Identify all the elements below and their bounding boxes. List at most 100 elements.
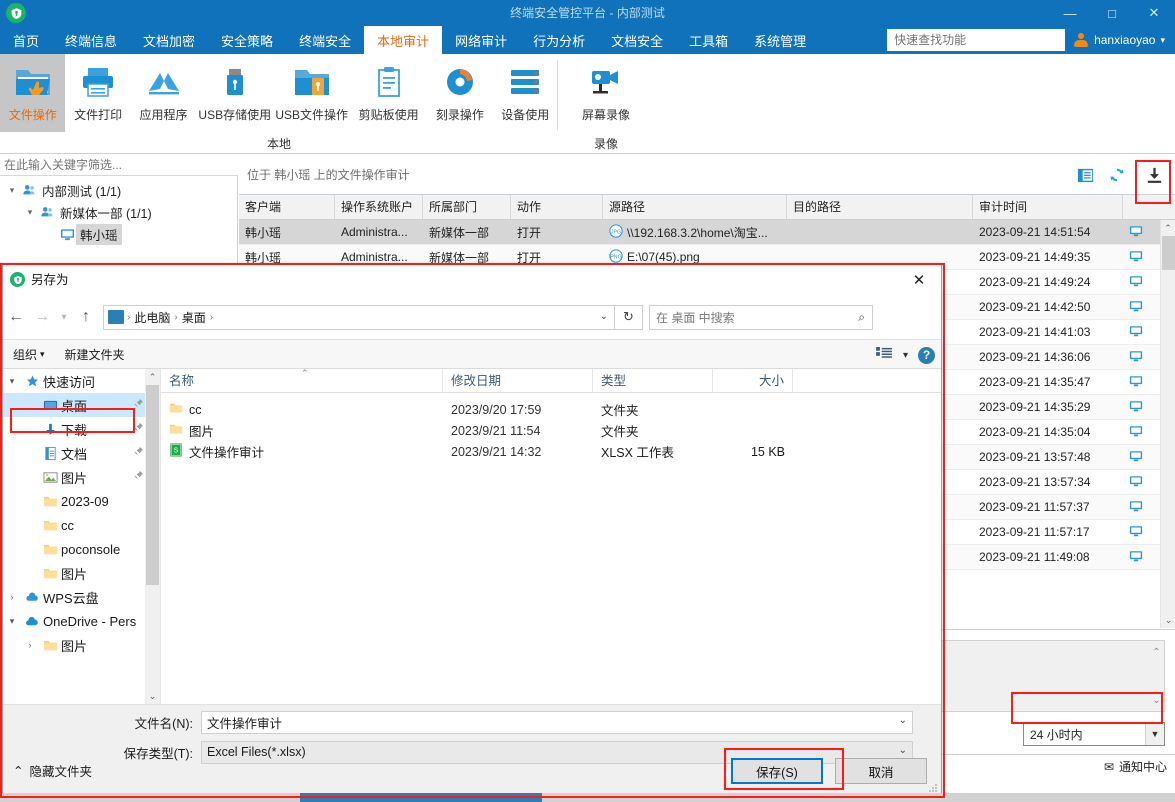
help-button[interactable]: ? xyxy=(918,346,935,364)
nav-tab-doc-encryption[interactable]: 文档加密 xyxy=(130,26,208,54)
close-button[interactable]: ✕ xyxy=(1133,0,1175,26)
column-header-action[interactable]: 动作 xyxy=(511,195,603,219)
nav-pane-item[interactable]: 下载 xyxy=(3,417,160,441)
column-header-os-account[interactable]: 操作系统账户 xyxy=(335,195,423,219)
nav-pane-item[interactable]: cc xyxy=(3,513,160,537)
nav-tab-home[interactable]: 首页 xyxy=(0,26,52,54)
table-vertical-scrollbar[interactable]: ⌃ ⌄ xyxy=(1160,220,1175,628)
ribbon-item-usb-file-operation[interactable]: USB文件操作 xyxy=(273,54,350,132)
file-column-size[interactable]: 大小 xyxy=(713,368,793,393)
quick-search-input[interactable] xyxy=(887,29,1066,51)
chevron-down-icon[interactable]: ▾ xyxy=(3,616,21,627)
ribbon-item-device-usage[interactable]: 设备使用 xyxy=(493,54,558,132)
pin-icon[interactable] xyxy=(133,446,144,460)
detail-vertical-scrollbar[interactable]: ⌃ ⌄ xyxy=(1149,641,1164,711)
tree-node-internal-test[interactable]: ▾ 内部测试 (1/1) xyxy=(0,179,237,201)
ribbon-item-application[interactable]: 应用程序 xyxy=(131,54,196,132)
chevron-down-icon[interactable]: ▾ xyxy=(22,207,38,218)
refresh-icon[interactable]: ↻ xyxy=(615,304,643,330)
scroll-up-icon[interactable]: ⌃ xyxy=(145,369,160,385)
chevron-down-icon[interactable]: ⌄ xyxy=(899,715,907,726)
columns-icon[interactable] xyxy=(1069,155,1101,195)
nav-pane-item[interactable]: 文档 xyxy=(3,441,160,465)
breadcrumb-desktop[interactable]: 桌面 xyxy=(179,309,209,326)
dialog-close-button[interactable]: ✕ xyxy=(897,265,941,295)
new-folder-button[interactable]: 新建文件夹 xyxy=(55,346,135,363)
breadcrumb-this-pc[interactable]: 此电脑 xyxy=(131,309,173,326)
nav-pane-item[interactable]: ▾ 快速访问 xyxy=(3,369,160,393)
ribbon-item-usb-storage[interactable]: USB存储使用 xyxy=(196,54,273,132)
notification-center-link[interactable]: 通知中心 xyxy=(1119,758,1167,775)
hide-folders-toggle[interactable]: ⌃ 隐藏文件夹 xyxy=(13,761,92,780)
cancel-button[interactable]: 取消 xyxy=(835,758,927,784)
nav-tab-doc-security[interactable]: 文档安全 xyxy=(598,26,676,54)
file-column-type[interactable]: 类型 xyxy=(593,368,713,393)
nav-tab-security-policy[interactable]: 安全策略 xyxy=(208,26,286,54)
up-button[interactable]: ↑ xyxy=(73,302,99,332)
table-row[interactable]: 韩小瑶 Administra... 新媒体一部 打开 JPG \\192.168.3.2\… xyxy=(239,220,1175,245)
tree-filter-input[interactable] xyxy=(0,155,238,176)
column-header-source-path[interactable]: 源路径 xyxy=(603,195,787,219)
file-list-item[interactable]: S 文件操作审计 2023/9/21 14:32 XLSX 工作表 15 KB xyxy=(161,441,941,462)
ribbon-item-disc-burn[interactable]: 刻录操作 xyxy=(427,54,492,132)
tree-node-new-media-dept[interactable]: ▾ 新媒体一部 (1/1) xyxy=(0,201,237,223)
dialog-search-input[interactable]: 在 桌面 中搜索 ⌕ xyxy=(649,304,873,330)
column-header-department[interactable]: 所属部门 xyxy=(423,195,511,219)
chevron-down-icon[interactable]: ▾ xyxy=(3,376,21,387)
nav-pane-item[interactable]: 桌面 xyxy=(3,393,160,417)
column-header-audit-time[interactable]: 审计时间 xyxy=(973,195,1123,219)
nav-pane-item[interactable]: 图片 xyxy=(3,465,160,489)
scroll-down-icon[interactable]: ⌄ xyxy=(1149,689,1164,711)
pin-icon[interactable] xyxy=(133,470,144,484)
scroll-thumb[interactable] xyxy=(1162,236,1175,270)
nav-pane-item[interactable]: 2023-09 xyxy=(3,489,160,513)
nav-pane-item[interactable]: poconsole xyxy=(3,537,160,561)
file-list-item[interactable]: cc 2023/9/20 17:59 文件夹 xyxy=(161,399,941,420)
scroll-up-icon[interactable]: ⌃ xyxy=(1149,641,1164,663)
nav-pane-item[interactable]: ▾ OneDrive - Pers xyxy=(3,609,160,633)
file-list-item[interactable]: 图片 2023/9/21 11:54 文件夹 xyxy=(161,420,941,441)
nav-tab-network-audit[interactable]: 网络审计 xyxy=(442,26,520,54)
scroll-down-icon[interactable]: ⌄ xyxy=(145,688,160,704)
tree-node-han-xiaoyao[interactable]: 韩小瑶 xyxy=(0,223,237,245)
minimize-button[interactable]: — xyxy=(1049,0,1091,26)
chevron-down-icon[interactable]: ▼ xyxy=(1145,723,1164,745)
pin-icon[interactable] xyxy=(133,398,144,412)
nav-pane-scrollbar[interactable]: ⌃ ⌄ xyxy=(145,369,160,704)
time-range-select[interactable]: 24 小时内 ▼ xyxy=(1023,722,1165,746)
pin-icon[interactable] xyxy=(133,422,144,436)
scroll-up-icon[interactable]: ⌃ xyxy=(1161,220,1175,236)
resize-grip[interactable] xyxy=(928,782,938,792)
nav-tab-terminal-info[interactable]: 终端信息 xyxy=(52,26,130,54)
chevron-down-icon[interactable]: ⌄ xyxy=(899,745,907,756)
nav-tab-toolbox[interactable]: 工具箱 xyxy=(676,26,741,54)
app-horizontal-scrollbar[interactable] xyxy=(0,793,1175,802)
chevron-down-icon[interactable]: ⌄ xyxy=(600,311,608,322)
nav-pane-item[interactable]: › 图片 xyxy=(3,633,160,657)
chevron-right-icon[interactable]: › xyxy=(21,640,39,650)
history-dropdown-button[interactable]: ▾ xyxy=(55,302,73,332)
refresh-icon[interactable] xyxy=(1101,155,1133,195)
nav-tab-local-audit[interactable]: 本地审计 xyxy=(364,26,443,54)
file-column-date[interactable]: 修改日期 xyxy=(443,368,593,393)
export-button[interactable] xyxy=(1133,155,1175,195)
forward-button[interactable]: → xyxy=(29,302,55,332)
chevron-down-icon[interactable]: ▾ xyxy=(4,185,20,196)
ribbon-item-file-print[interactable]: 文件打印 xyxy=(65,54,130,132)
filename-input[interactable] xyxy=(201,710,913,734)
address-bar[interactable]: › 此电脑 › 桌面 › ⌄ xyxy=(103,304,615,330)
column-header-client[interactable]: 客户端 xyxy=(239,195,335,219)
scroll-down-icon[interactable]: ⌄ xyxy=(1161,612,1175,628)
column-header-dest-path[interactable]: 目的路径 xyxy=(787,195,973,219)
nav-tab-terminal-security[interactable]: 终端安全 xyxy=(286,26,364,54)
nav-tab-behavior-analysis[interactable]: 行为分析 xyxy=(520,26,598,54)
scroll-thumb[interactable] xyxy=(300,793,542,802)
user-menu[interactable]: hanxiaoyao ▾ xyxy=(1073,26,1175,54)
save-button[interactable]: 保存(S) xyxy=(731,758,823,784)
chevron-right-icon[interactable]: › xyxy=(3,592,21,602)
organize-button[interactable]: 组织 ▾ xyxy=(3,346,55,363)
ribbon-item-screen-recording[interactable]: 屏幕录像 xyxy=(566,54,646,132)
chevron-down-icon[interactable]: ▾ xyxy=(903,350,908,361)
nav-pane-item[interactable]: 图片 xyxy=(3,561,160,585)
view-list-icon[interactable] xyxy=(876,347,893,363)
